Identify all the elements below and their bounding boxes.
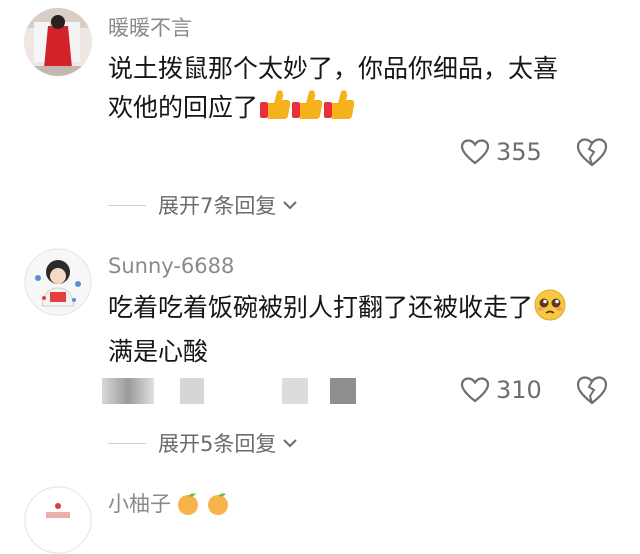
comment-text-line: 欢他的回应了 — [108, 93, 259, 122]
divider — [108, 204, 146, 206]
username-text: 小柚子 — [108, 492, 171, 516]
comment-item: 小柚子 — [0, 470, 640, 554]
comment-text: 吃着吃着饭碗被别人打翻了还被收走了 满是心酸 — [108, 288, 608, 371]
comment-text: 说土拨鼠那个太妙了，你品你细品，太喜 欢他的回应了 — [108, 50, 608, 133]
comment-text-line: 满是心酸 — [108, 337, 209, 366]
avatar[interactable] — [24, 248, 92, 316]
like-button[interactable]: 310 — [460, 370, 542, 410]
avatar-image — [24, 8, 92, 76]
blurred-area — [102, 378, 154, 404]
broken-heart-icon[interactable] — [574, 372, 610, 408]
heart-icon — [460, 377, 490, 403]
expand-replies-label: 展开5条回复 — [158, 432, 277, 456]
thumbs-up-icon — [258, 88, 355, 133]
comment-item: Sunny-6688 吃着吃着饭碗被别人打翻了还被收走了 满是心酸 310 展开… — [0, 240, 640, 470]
comment-actions: 310 — [0, 370, 640, 410]
avatar-image — [24, 486, 92, 554]
comment-text-line-wrap: 吃着吃着饭碗被别人打翻了还被收走了 — [108, 288, 608, 333]
broken-heart-icon[interactable] — [574, 134, 610, 170]
divider — [108, 442, 146, 444]
expand-replies-label: 展开7条回复 — [158, 194, 277, 218]
comment-item: 暖暖不言 说土拨鼠那个太妙了，你品你细品，太喜 欢他的回应了 355 展开7条回… — [0, 0, 640, 240]
username[interactable]: 小柚子 — [108, 488, 233, 518]
avatar[interactable] — [24, 486, 92, 554]
like-count: 310 — [496, 376, 542, 404]
expand-replies[interactable]: 展开5条回复 — [108, 428, 298, 458]
expand-replies[interactable]: 展开7条回复 — [108, 190, 298, 220]
peach-icon — [178, 493, 228, 515]
pleading-face-icon — [533, 288, 567, 333]
comment-actions: 355 — [0, 132, 640, 172]
chevron-down-icon — [283, 201, 298, 210]
like-button[interactable]: 355 — [460, 132, 542, 172]
comment-text-line-wrap: 欢他的回应了 — [108, 88, 608, 133]
heart-icon — [460, 139, 490, 165]
blurred-area — [282, 378, 308, 404]
avatar[interactable] — [24, 8, 92, 76]
comment-text-line: 吃着吃着饭碗被别人打翻了还被收走了 — [108, 293, 534, 322]
username[interactable]: Sunny-6688 — [108, 254, 234, 278]
like-count: 355 — [496, 138, 542, 166]
avatar-image — [24, 248, 92, 316]
blurred-area — [330, 378, 356, 404]
username[interactable]: 暖暖不言 — [108, 12, 192, 42]
comment-text-line: 说土拨鼠那个太妙了，你品你细品，太喜 — [108, 54, 559, 83]
blurred-area — [180, 378, 204, 404]
chevron-down-icon — [283, 439, 298, 448]
